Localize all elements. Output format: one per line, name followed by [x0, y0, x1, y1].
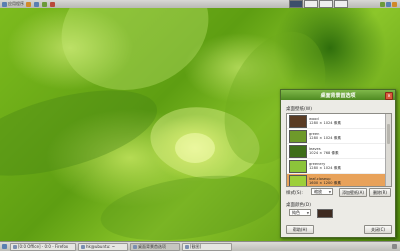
workspace-1[interactable]: [289, 0, 303, 8]
taskbar-button[interactable]: [0:0 Office] - 0:0 - Firefox: [10, 242, 76, 251]
list-scrollbar[interactable]: [385, 114, 391, 186]
app-icon: [50, 1, 55, 7]
close-button[interactable]: 关闭(C): [364, 225, 392, 234]
wallpaper-thumbnail: [289, 144, 307, 158]
trash-icon[interactable]: [392, 244, 397, 249]
wallpaper-list-item[interactable]: wood 1280 × 1024 像素: [287, 114, 391, 129]
wallpaper-thumbnail: [289, 159, 307, 173]
wallpaper-thumbnail: [289, 129, 307, 143]
wallpaper-dimensions: 1600 × 1200 像素: [309, 181, 341, 185]
close-icon[interactable]: ×: [385, 92, 393, 100]
add-wallpaper-button[interactable]: 添加壁纸(A): [339, 188, 367, 197]
workspace-2[interactable]: [304, 0, 318, 8]
workspace-4[interactable]: [334, 0, 348, 8]
window-icon: [185, 244, 189, 249]
wallpaper-list-item[interactable]: greenery 1280 × 1024 像素: [287, 159, 391, 174]
wallpaper-list[interactable]: wood 1280 × 1024 像素 green 1280 × 1024 像素 lea…: [286, 113, 392, 187]
remove-wallpaper-button[interactable]: 删除(R): [369, 188, 391, 197]
style-value: 缩放: [314, 188, 322, 194]
wallpaper-list-item[interactable]: green 1280 × 1024 像素: [287, 129, 391, 144]
window-icon: [13, 244, 17, 249]
desktop-background-dialog: 桌面背景首选项 × 桌面壁纸(W) wood 1280 × 1024 像素 gree…: [280, 89, 396, 238]
style-select[interactable]: 缩放 ▼: [311, 188, 333, 195]
color-picker-button[interactable]: [317, 209, 333, 218]
wallpaper-group-label: 桌面壁纸(W): [286, 107, 312, 112]
network-icon[interactable]: [380, 1, 385, 7]
ubuntu-logo-icon: [2, 1, 7, 7]
launcher-files[interactable]: [42, 1, 48, 7]
color-group-label: 桌面颜色(D): [286, 203, 311, 208]
wallpaper-list-item[interactable]: leaf-closeup 1600 × 1200 像素: [287, 174, 391, 186]
color-mode-value: 纯色: [292, 209, 300, 215]
style-label: 样式(S):: [286, 191, 303, 196]
wallpaper-dimensions: 1280 × 1024 像素: [309, 136, 341, 140]
taskbar-button[interactable]: 桌面背景首选项: [130, 242, 180, 251]
power-icon[interactable]: [392, 1, 397, 7]
volume-icon[interactable]: [386, 1, 391, 7]
workspace-3[interactable]: [319, 0, 333, 8]
launcher-terminal[interactable]: [34, 1, 40, 7]
dialog-titlebar[interactable]: 桌面背景首选项 ×: [281, 90, 395, 100]
taskbar-label: [截图]: [190, 243, 202, 249]
chevron-down-icon: ▼: [328, 190, 331, 194]
wallpaper-dimensions: 1024 × 768 像素: [309, 151, 339, 155]
wallpaper-thumbnail: [289, 114, 307, 128]
folder-icon: [42, 1, 47, 7]
chevron-down-icon: ▼: [306, 211, 309, 215]
terminal-icon: [34, 1, 39, 7]
tray[interactable]: [380, 1, 400, 7]
color-mode-select[interactable]: 纯色 ▼: [289, 209, 311, 216]
wallpaper-thumbnail: [289, 174, 307, 186]
dialog-title: 桌面背景首选项: [320, 92, 356, 99]
applications-menu[interactable]: 应用程序: [2, 1, 24, 7]
wallpaper-dimensions: 1280 × 1024 像素: [309, 166, 341, 170]
show-desktop-icon[interactable]: [2, 244, 7, 249]
taskbar-button[interactable]: hk@ubuntu: ~: [78, 242, 128, 251]
window-icon: [81, 244, 85, 249]
taskbar-label: hk@ubuntu: ~: [86, 244, 116, 249]
wallpaper-dimensions: 1280 × 1024 像素: [309, 121, 341, 125]
launcher-apps[interactable]: [50, 1, 56, 7]
wallpaper-list-item[interactable]: leaves 1024 × 768 像素: [287, 144, 391, 159]
launcher-firefox[interactable]: [26, 1, 32, 7]
taskbar-label: [0:0 Office] - 0:0 - Firefox: [18, 244, 69, 249]
taskbar-label: 桌面背景首选项: [138, 243, 166, 249]
workspace-switcher[interactable]: [288, 0, 348, 8]
taskbar-button[interactable]: [截图]: [182, 242, 232, 251]
window-icon: [133, 244, 137, 249]
firefox-icon: [26, 1, 31, 7]
help-button[interactable]: 帮助(H): [286, 225, 314, 234]
